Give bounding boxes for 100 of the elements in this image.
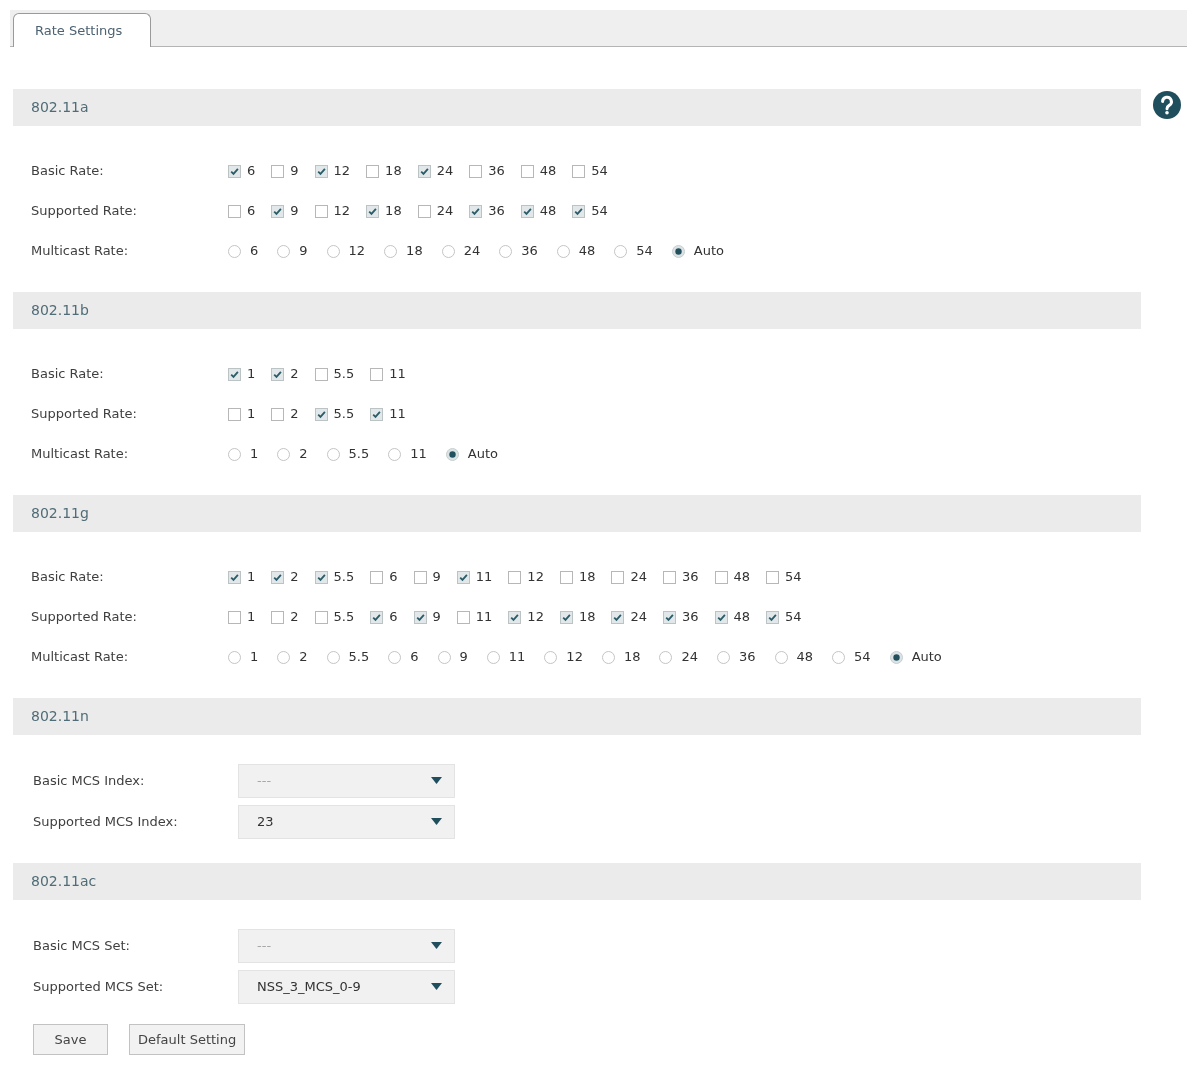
radio-button[interactable] [671, 244, 685, 258]
help-icon[interactable] [1153, 91, 1181, 119]
radio-button[interactable] [774, 650, 788, 664]
radio-button[interactable] [277, 244, 291, 258]
checkbox[interactable] [271, 367, 285, 381]
checkbox[interactable] [271, 610, 285, 624]
checkbox[interactable] [228, 367, 241, 381]
radio-button[interactable] [277, 447, 291, 461]
radio-button[interactable] [659, 650, 673, 664]
checkbox[interactable] [271, 570, 285, 584]
checkbox[interactable] [228, 204, 241, 218]
radio-button[interactable] [544, 650, 558, 664]
option-label: 24 [630, 608, 647, 627]
checkbox[interactable] [370, 570, 384, 584]
radio-button[interactable] [717, 650, 730, 664]
option-label: 36 [488, 162, 505, 181]
field-label: Basic MCS Set: [33, 936, 131, 955]
option-label: 24 [436, 162, 454, 181]
checkbox[interactable] [271, 204, 285, 218]
field-label: Supported MCS Set: [33, 977, 165, 996]
checkbox[interactable] [366, 164, 380, 178]
checkbox[interactable] [413, 570, 427, 584]
checkbox[interactable] [314, 204, 328, 218]
checkbox[interactable] [508, 570, 522, 584]
action-button[interactable]: Save [33, 1024, 108, 1055]
checkbox[interactable] [611, 610, 625, 624]
checkbox[interactable] [370, 407, 384, 421]
checkbox[interactable] [572, 164, 586, 178]
checkbox[interactable] [508, 610, 522, 624]
checkbox[interactable] [413, 610, 427, 624]
radio-button[interactable] [388, 650, 402, 664]
option-label: Auto [911, 648, 942, 667]
checkbox[interactable] [314, 610, 328, 624]
checkbox[interactable] [228, 164, 241, 178]
radio-button[interactable] [384, 244, 398, 258]
radio-button[interactable] [499, 244, 513, 258]
checkbox[interactable] [228, 610, 241, 624]
action-button[interactable]: Default Setting [129, 1024, 246, 1055]
radio-button[interactable] [326, 244, 340, 258]
option-label: 18 [623, 648, 641, 667]
checkbox[interactable] [366, 204, 380, 218]
radio-button[interactable] [228, 650, 241, 664]
option-label: 18 [406, 242, 423, 261]
option-label: 54 [785, 568, 802, 587]
radio-button[interactable] [228, 447, 241, 461]
checkbox[interactable] [314, 570, 328, 584]
radio-button[interactable] [277, 650, 291, 664]
checkbox[interactable] [520, 164, 534, 178]
radio-button[interactable] [614, 244, 628, 258]
radio-button[interactable] [388, 447, 402, 461]
radio-button[interactable] [326, 447, 340, 461]
checkbox[interactable] [228, 570, 241, 584]
checkbox[interactable] [271, 164, 285, 178]
checkbox[interactable] [572, 204, 586, 218]
checkbox[interactable] [611, 570, 625, 584]
checkbox[interactable] [714, 610, 728, 624]
dropdown[interactable]: 23 [238, 804, 455, 839]
field-label: Supported Rate: [31, 405, 138, 424]
checkbox[interactable] [314, 367, 328, 381]
radio-button[interactable] [437, 650, 451, 664]
option-label: 2 [290, 608, 299, 627]
radio-button[interactable] [556, 244, 570, 258]
option-label: 1 [247, 405, 256, 424]
checkbox[interactable] [314, 407, 328, 421]
checkbox[interactable] [370, 610, 384, 624]
checkbox[interactable] [417, 164, 431, 178]
radio-button[interactable] [441, 244, 455, 258]
option-label: 2 [299, 648, 308, 667]
radio-button[interactable] [889, 650, 903, 664]
option-label: 24 [463, 242, 481, 261]
checkbox[interactable] [559, 570, 573, 584]
option-label: 1 [247, 365, 256, 384]
radio-button[interactable] [228, 244, 241, 258]
radio-button[interactable] [326, 650, 340, 664]
section-header: 802.11ac [13, 863, 1141, 900]
radio-button[interactable] [601, 650, 615, 664]
checkbox[interactable] [469, 164, 483, 178]
checkbox[interactable] [370, 367, 384, 381]
checkbox[interactable] [469, 204, 483, 218]
checkbox[interactable] [520, 204, 534, 218]
checkbox[interactable] [456, 610, 470, 624]
option-label: 12 [566, 648, 583, 667]
checkbox[interactable] [417, 204, 431, 218]
tab[interactable]: Rate Settings [13, 13, 151, 47]
radio-button[interactable] [832, 650, 846, 664]
checkbox[interactable] [271, 407, 285, 421]
radio-button[interactable] [445, 447, 459, 461]
checkbox[interactable] [663, 570, 676, 584]
checkbox[interactable] [766, 570, 780, 584]
checkbox[interactable] [559, 610, 573, 624]
option-label: 36 [488, 202, 505, 221]
option-label: 36 [739, 648, 756, 667]
checkbox[interactable] [714, 570, 728, 584]
checkbox[interactable] [228, 407, 241, 421]
dropdown[interactable]: NSS_3_MCS_0-9 [238, 969, 455, 1004]
checkbox[interactable] [663, 610, 676, 624]
checkbox[interactable] [314, 164, 328, 178]
checkbox[interactable] [766, 610, 780, 624]
checkbox[interactable] [456, 570, 470, 584]
radio-button[interactable] [486, 650, 500, 664]
